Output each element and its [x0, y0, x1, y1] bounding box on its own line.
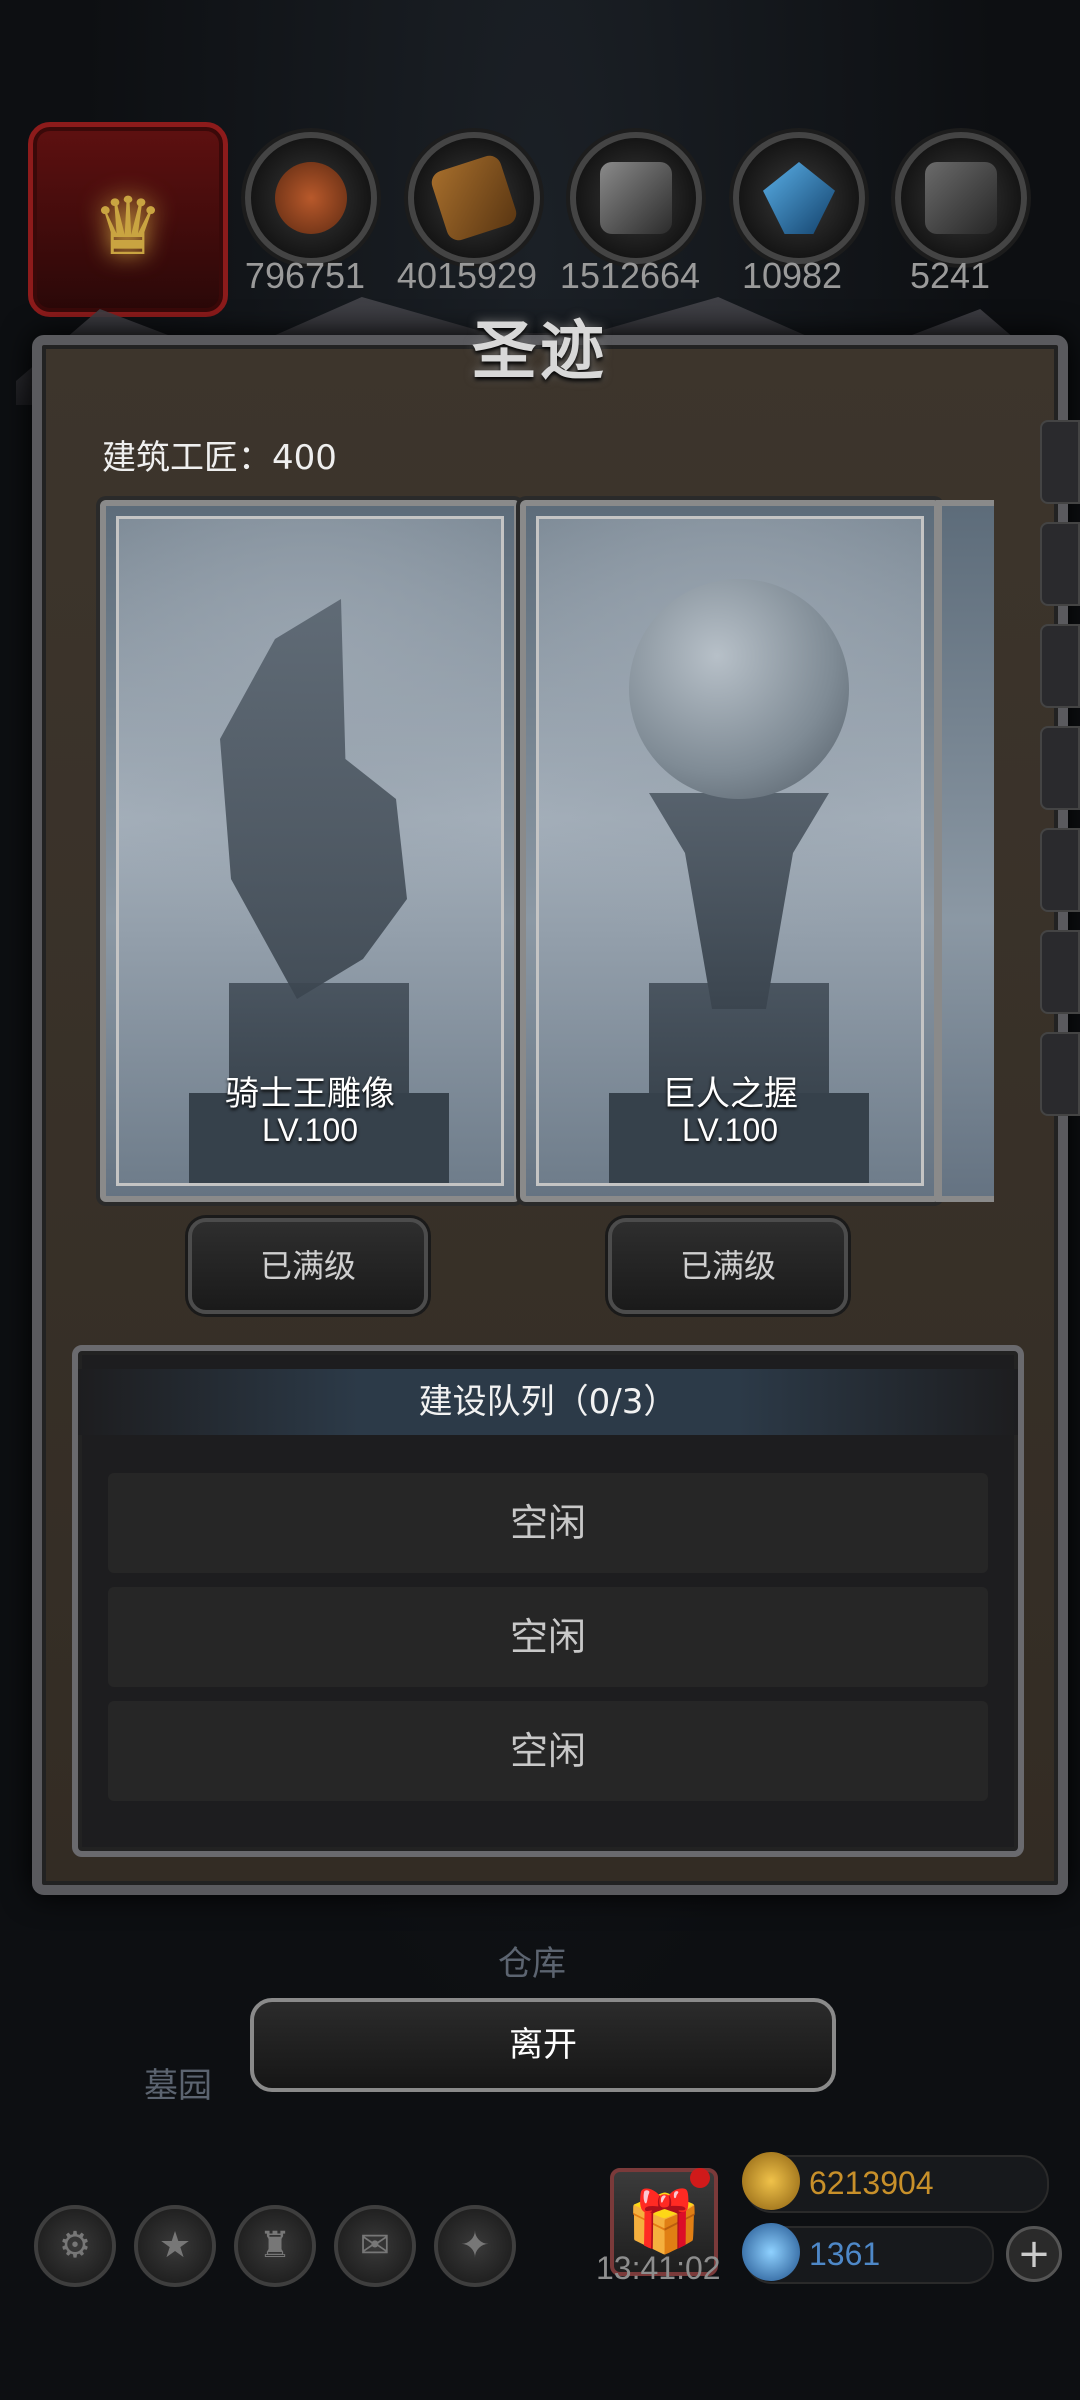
settings-icon[interactable]: ⚙ [34, 2205, 116, 2287]
crown-icon: ♛ [92, 180, 164, 273]
relic-card-partial[interactable] [936, 500, 994, 1202]
resource-bar: ♛ 796751 4015929 1512664 10982 5241 [0, 110, 1080, 317]
resource-crystal-slot[interactable] [733, 132, 865, 264]
castle-icon[interactable]: ♜ [234, 2205, 316, 2287]
queue-label: 建设队列 [418, 1382, 555, 1422]
side-tab[interactable] [1040, 726, 1080, 810]
resource-crystal-value: 10982 [741, 255, 843, 296]
meat-icon [275, 162, 347, 234]
gold-coin-icon [742, 2152, 800, 2210]
gem-currency[interactable]: 1361 [742, 2223, 994, 2284]
gold-currency[interactable]: 6213904 [742, 2152, 1049, 2213]
page-title: 圣迹 [472, 314, 608, 389]
side-tab[interactable] [1040, 828, 1080, 912]
iron-bar-icon [600, 162, 672, 234]
relic-name: 巨人之握 [662, 1074, 798, 1114]
wood-plank-icon [428, 152, 520, 244]
queue-slot[interactable]: 空闲 [108, 1473, 988, 1573]
max-level-button-1[interactable]: 已满级 [188, 1218, 428, 1314]
gem-value: 1361 [809, 2236, 881, 2272]
relic-card-giant-grip[interactable]: 巨人之握 LV.100 [520, 500, 940, 1202]
countdown-timer: 13:41:02 [596, 2250, 721, 2286]
resource-food-slot[interactable] [245, 132, 377, 264]
side-tab-strip [1040, 420, 1080, 1140]
queue-slot[interactable]: 空闲 [108, 1587, 988, 1687]
relic-name: 骑士王雕像 [225, 1074, 395, 1114]
gold-value: 6213904 [809, 2165, 934, 2201]
map-label-warehouse[interactable]: 仓库 [498, 1936, 566, 1985]
relic-card-knight-king[interactable]: 骑士王雕像 LV.100 [100, 500, 520, 1202]
builder-count-value: 400 [272, 438, 337, 478]
resource-stone-slot[interactable] [895, 132, 1027, 264]
kingdom-crown-frame[interactable]: ♛ [28, 122, 228, 317]
side-tab[interactable] [1040, 930, 1080, 1014]
side-tab[interactable] [1040, 624, 1080, 708]
resource-stone-value: 5241 [909, 255, 991, 296]
map-label-cemetery[interactable]: 墓园 [144, 2058, 212, 2107]
queue-count: （0/3） [554, 1382, 678, 1422]
stone-block-icon [925, 162, 997, 234]
relic-level: LV.100 [681, 1112, 779, 1148]
crystal-icon [763, 162, 835, 234]
moon-orb-image [629, 579, 849, 799]
resource-iron-value: 1512664 [559, 255, 701, 296]
resource-iron-slot[interactable] [570, 132, 702, 264]
gem-icon [742, 2223, 800, 2281]
builder-count-label: 建筑工匠：400 [102, 430, 337, 479]
side-tab[interactable] [1040, 522, 1080, 606]
builder-count-name: 建筑工匠： [102, 438, 272, 478]
star-icon[interactable]: ★ [134, 2205, 216, 2287]
resource-wood-value: 4015929 [396, 255, 538, 296]
side-tab[interactable] [1040, 420, 1080, 504]
relic-level: LV.100 [261, 1112, 359, 1148]
add-gems-button[interactable]: + [1006, 2226, 1062, 2282]
giant-hand-image [649, 793, 829, 1009]
build-queue-title: 建设队列（0/3） [78, 1369, 1018, 1435]
resource-wood-slot[interactable] [408, 132, 540, 264]
leave-button[interactable]: 离开 [250, 1998, 836, 2092]
resource-food-value: 796751 [244, 255, 366, 296]
side-tab[interactable] [1040, 1032, 1080, 1116]
queue-slot[interactable]: 空闲 [108, 1701, 988, 1801]
notification-dot [690, 2168, 710, 2188]
chat-icon[interactable]: ✦ [434, 2205, 516, 2287]
knight-statue-image [220, 599, 407, 999]
build-queue-panel: 建设队列（0/3） 空闲 空闲 空闲 [72, 1345, 1024, 1857]
max-level-button-2[interactable]: 已满级 [608, 1218, 848, 1314]
mail-icon[interactable]: ✉ [334, 2205, 416, 2287]
